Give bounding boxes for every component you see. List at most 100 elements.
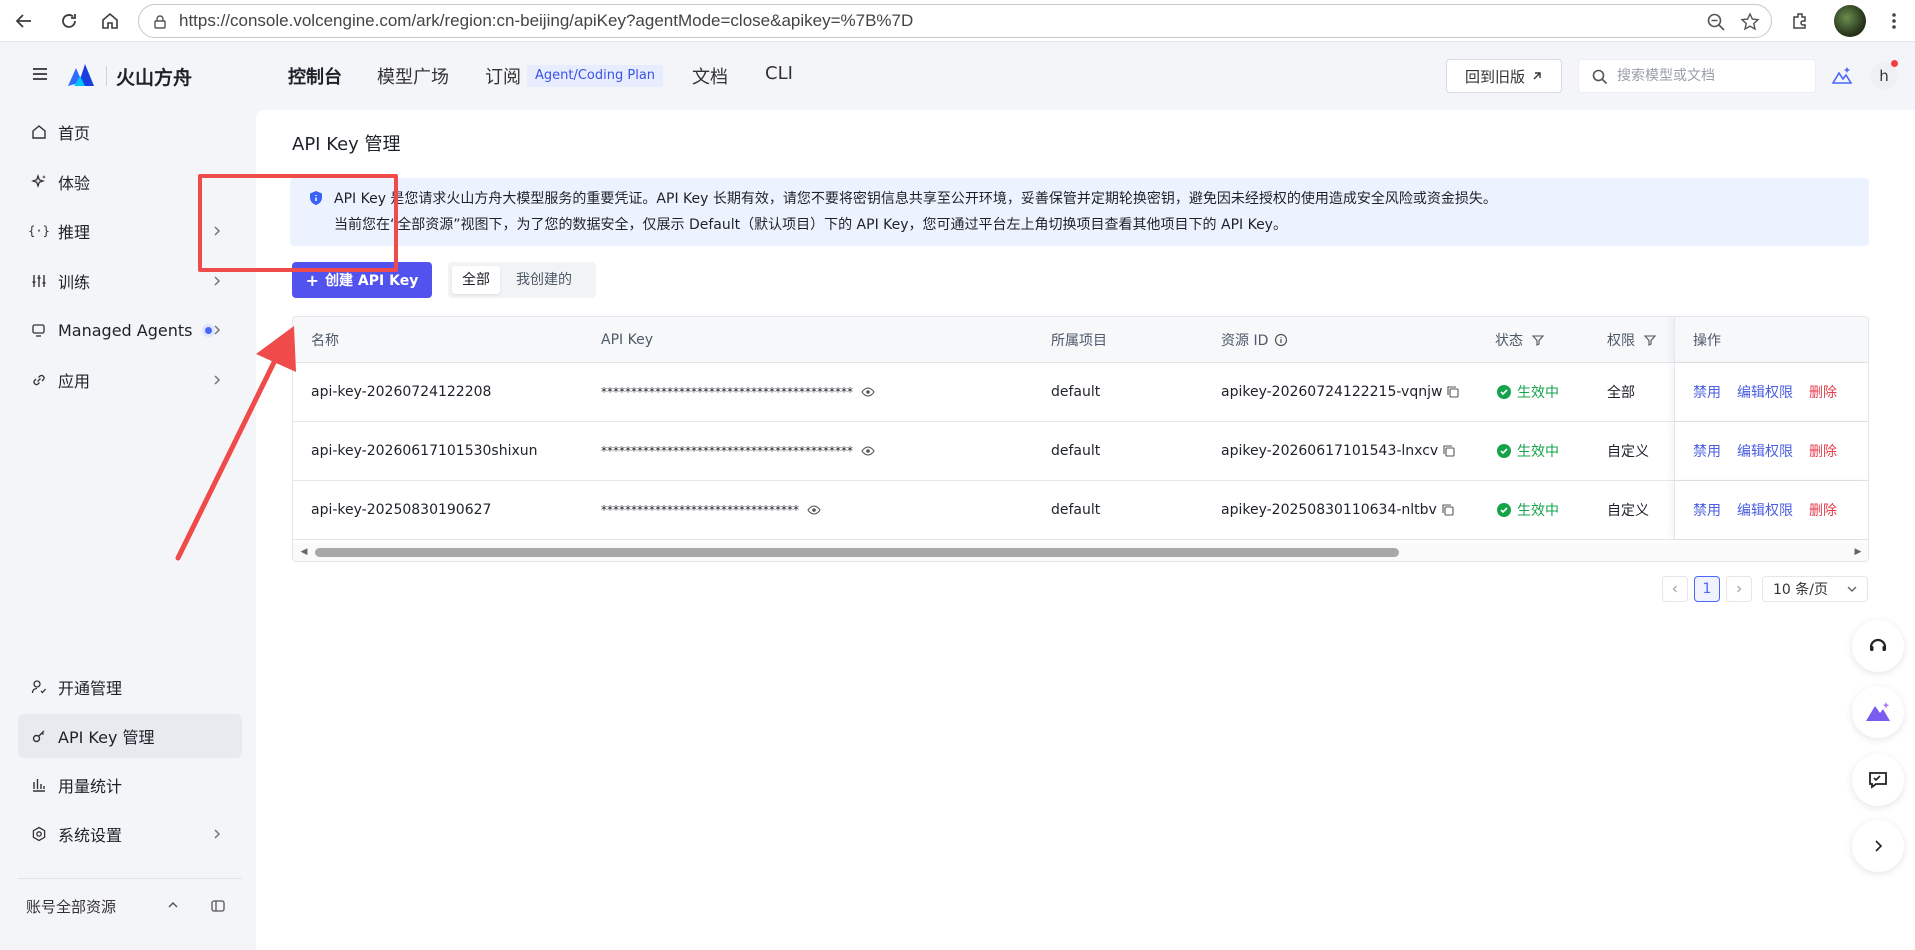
- copy-icon[interactable]: [1442, 444, 1456, 458]
- nav-model-square[interactable]: 模型广场: [377, 63, 449, 89]
- sidebar-item-activation[interactable]: 开通管理: [18, 665, 242, 709]
- eye-icon[interactable]: [861, 385, 875, 399]
- disable-link[interactable]: 禁用: [1693, 382, 1721, 402]
- sliders-icon: [30, 272, 48, 290]
- nav-console[interactable]: 控制台: [288, 63, 342, 89]
- nav-subscription-tag[interactable]: Agent/Coding Plan: [527, 65, 664, 87]
- sidebar-item-usage[interactable]: 用量统计: [18, 763, 242, 807]
- eye-icon[interactable]: [861, 444, 875, 458]
- back-to-old-version-button[interactable]: 回到旧版: [1446, 59, 1562, 93]
- sidebar-item-managed-agents[interactable]: Managed Agents: [18, 308, 242, 352]
- column-header-api-key: API Key: [601, 331, 653, 348]
- nav-subscription[interactable]: 订阅: [485, 63, 521, 89]
- home-icon[interactable]: [96, 7, 124, 35]
- address-bar[interactable]: https://console.volcengine.com/ark/regio…: [138, 4, 1772, 38]
- link-icon: [30, 371, 48, 389]
- edit-permission-link[interactable]: 编辑权限: [1737, 382, 1793, 402]
- column-header-status: 状态: [1495, 317, 1545, 362]
- disable-link[interactable]: 禁用: [1693, 441, 1721, 461]
- resource-id-value: apikey-20260724122215-vqnjw: [1221, 384, 1443, 400]
- check-circle-icon: [1497, 503, 1511, 517]
- customer-support-button[interactable]: [1852, 620, 1904, 672]
- main-content: API Key 管理 API Key 是您请求火山方舟大模型服务的重要凭证。AP…: [256, 110, 1915, 950]
- back-icon[interactable]: [10, 7, 38, 35]
- extensions-icon[interactable]: [1786, 7, 1814, 35]
- resource-id: apikey-20260617101543-lnxcv: [1221, 422, 1456, 480]
- column-header-resource-id: 资源 ID: [1221, 317, 1288, 362]
- scroll-left-icon[interactable]: ◀: [299, 547, 309, 557]
- delete-link[interactable]: 删除: [1809, 382, 1837, 402]
- table-horizontal-scrollbar[interactable]: ◀ ▶: [293, 543, 1868, 561]
- scroll-thumb[interactable]: [315, 548, 1399, 557]
- delete-link[interactable]: 删除: [1809, 500, 1837, 520]
- site-info-icon[interactable]: [149, 11, 171, 33]
- ai-assistant-icon[interactable]: [1830, 64, 1854, 88]
- masked-key-value: ****************************************…: [601, 385, 853, 399]
- copy-icon[interactable]: [1441, 503, 1455, 517]
- reload-icon[interactable]: [55, 7, 83, 35]
- chat-feedback-icon: [1869, 772, 1887, 789]
- feedback-button[interactable]: [1852, 754, 1904, 806]
- annotation-highlight-box: [198, 174, 398, 272]
- sidebar-item-label: 推理: [58, 223, 91, 242]
- chevron-right-icon: [208, 272, 226, 290]
- bookmark-star-icon[interactable]: [1739, 11, 1761, 33]
- headset-icon: [1869, 638, 1887, 651]
- sidebar-item-api-key[interactable]: API Key 管理: [18, 714, 242, 758]
- row-actions: 禁用 编辑权限 删除: [1674, 481, 1868, 539]
- arrow-up-right-icon: [1533, 72, 1541, 80]
- sidebar-item-home[interactable]: 首页: [18, 110, 242, 154]
- status-badge: 生效中: [1497, 422, 1559, 480]
- page-number-button[interactable]: 1: [1694, 576, 1720, 602]
- next-page-button[interactable]: [1726, 576, 1752, 602]
- chevron-left-icon: [1672, 585, 1677, 593]
- url-text[interactable]: https://console.volcengine.com/ark/regio…: [179, 5, 913, 37]
- nav-docs[interactable]: 文档: [692, 63, 728, 89]
- filter-all[interactable]: 全部: [452, 266, 500, 294]
- masked-key: ****************************************…: [601, 422, 875, 480]
- edit-permission-link[interactable]: 编辑权限: [1737, 500, 1793, 520]
- page-size-select[interactable]: 10 条/页: [1762, 576, 1868, 602]
- copy-icon[interactable]: [1446, 385, 1460, 399]
- row-actions-links: 禁用 编辑权限 删除: [1693, 422, 1853, 480]
- nav-cli[interactable]: CLI: [765, 63, 793, 84]
- scroll-right-icon[interactable]: ▶: [1853, 547, 1863, 557]
- project: default: [1051, 384, 1101, 400]
- filter-created-by-me[interactable]: 我创建的: [506, 266, 582, 294]
- chevron-right-icon: [1875, 840, 1883, 852]
- chevron-up-icon[interactable]: [166, 898, 180, 916]
- search-input[interactable]: [1617, 60, 1807, 92]
- delete-link[interactable]: 删除: [1809, 441, 1837, 461]
- edit-permission-link[interactable]: 编辑权限: [1737, 441, 1793, 461]
- hamburger-menu-icon[interactable]: [30, 64, 50, 84]
- sidebar-item-apps[interactable]: 应用: [18, 358, 242, 402]
- permission: 全部: [1607, 385, 1635, 401]
- sidebar-item-label: 开通管理: [58, 679, 123, 698]
- sidebar-item-label: 体验: [58, 174, 91, 193]
- brand-name[interactable]: 火山方舟: [116, 63, 192, 90]
- prev-page-button[interactable]: [1662, 576, 1688, 602]
- account-scope-selector[interactable]: 账号全部资源: [26, 896, 236, 924]
- sidebar-item-label: 首页: [58, 124, 91, 143]
- sidebar-divider: [18, 878, 242, 879]
- bar-chart-icon: [30, 776, 48, 794]
- search-box[interactable]: [1578, 59, 1816, 93]
- status-text: 生效中: [1517, 503, 1559, 519]
- expand-panel-button[interactable]: [1852, 820, 1904, 872]
- row-actions-links: 禁用 编辑权限 删除: [1693, 481, 1853, 539]
- actions-column-header: 操作: [1674, 317, 1868, 362]
- ai-assistant-button[interactable]: [1852, 686, 1904, 738]
- volcano-ark-logo-icon[interactable]: [66, 62, 96, 88]
- chevron-right-icon: [208, 371, 226, 389]
- browser-profile-avatar[interactable]: [1834, 5, 1866, 37]
- disable-link[interactable]: 禁用: [1693, 500, 1721, 520]
- sidebar-item-settings[interactable]: 系统设置: [18, 812, 242, 856]
- zoom-icon[interactable]: [1705, 11, 1727, 33]
- filter-icon[interactable]: [1643, 333, 1657, 347]
- browser-menu-icon[interactable]: [1880, 7, 1908, 35]
- filter-icon[interactable]: [1531, 333, 1545, 347]
- collapse-sidebar-icon[interactable]: [210, 898, 226, 918]
- info-circle-icon[interactable]: [1274, 333, 1288, 347]
- eye-icon[interactable]: [807, 503, 821, 517]
- status-badge: 生效中: [1497, 481, 1559, 539]
